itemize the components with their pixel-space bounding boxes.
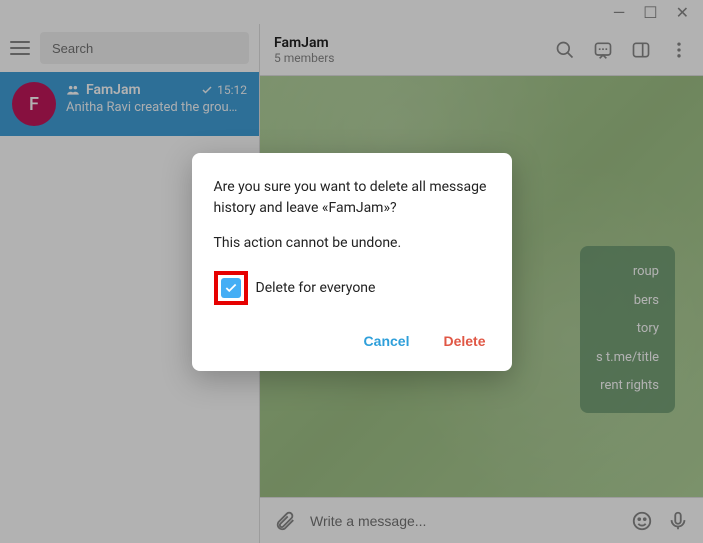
delete-dialog: Are you sure you want to delete all mess… — [192, 153, 512, 371]
checkmark-icon — [224, 281, 238, 295]
dialog-warning: This action cannot be undone. — [214, 235, 490, 251]
dialog-message: Are you sure you want to delete all mess… — [214, 177, 490, 219]
checkbox-label: Delete for everyone — [256, 280, 376, 296]
cancel-button[interactable]: Cancel — [360, 327, 414, 355]
delete-for-everyone-checkbox[interactable] — [221, 278, 241, 298]
modal-overlay[interactable]: Are you sure you want to delete all mess… — [0, 0, 703, 543]
delete-button[interactable]: Delete — [439, 327, 489, 355]
highlight-box — [214, 271, 248, 305]
